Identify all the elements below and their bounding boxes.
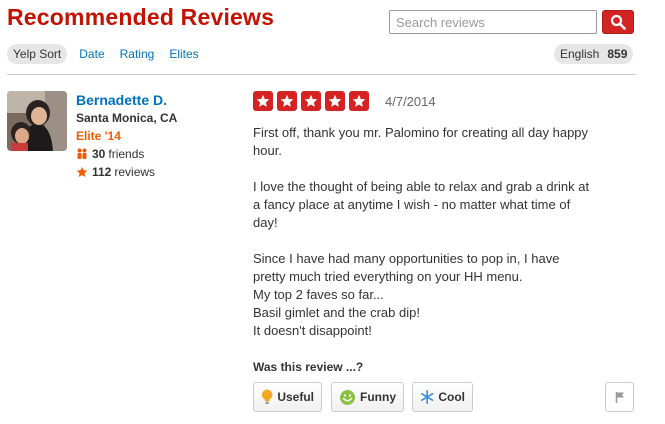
review-line: My top 2 faves so far... bbox=[253, 287, 384, 302]
review-line: hour. bbox=[253, 143, 282, 158]
language-filter[interactable]: English 859 bbox=[554, 44, 634, 64]
review-line: It doesn't disappoint! bbox=[253, 323, 372, 338]
review-line: I love the thought of being able to rela… bbox=[253, 179, 590, 194]
star-icon bbox=[301, 91, 321, 111]
friends-count: 30 bbox=[92, 147, 106, 161]
reviews-stat: 112 reviews bbox=[76, 165, 155, 179]
search-box[interactable] bbox=[389, 10, 597, 34]
sort-yelp[interactable]: Yelp Sort bbox=[7, 44, 68, 64]
review-line: Since I have had many opportunities to p… bbox=[253, 251, 560, 266]
snowflake-icon bbox=[420, 389, 434, 405]
language-count: 859 bbox=[607, 47, 628, 61]
page-title: Recommended Reviews bbox=[7, 4, 275, 30]
review-line: day! bbox=[253, 215, 278, 230]
funny-label: Funny bbox=[360, 390, 396, 404]
search-input[interactable] bbox=[396, 15, 592, 30]
star-icon bbox=[277, 91, 297, 111]
smiley-icon bbox=[340, 389, 355, 405]
star-rating bbox=[253, 91, 373, 111]
flag-icon bbox=[615, 392, 624, 403]
star-icon bbox=[349, 91, 369, 111]
review-paragraph: Since I have had many opportunities to p… bbox=[253, 250, 625, 340]
cool-label: Cool bbox=[438, 390, 465, 404]
divider bbox=[7, 74, 636, 75]
sort-date[interactable]: Date bbox=[79, 44, 104, 64]
search-icon bbox=[610, 14, 626, 30]
sort-bar: Yelp Sort Date Rating Elites bbox=[7, 44, 214, 64]
review-line: First off, thank you mr. Palomino for cr… bbox=[253, 125, 589, 140]
review-paragraph: I love the thought of being able to rela… bbox=[253, 178, 625, 232]
sort-elites[interactable]: Elites bbox=[169, 44, 198, 64]
avatar[interactable] bbox=[7, 91, 67, 151]
star-icon bbox=[325, 91, 345, 111]
cool-button[interactable]: Cool bbox=[412, 382, 473, 412]
reviews-count: 112 bbox=[92, 165, 112, 179]
useful-button[interactable]: Useful bbox=[253, 382, 322, 412]
feedback-prompt: Was this review ...? bbox=[253, 360, 364, 374]
sort-rating[interactable]: Rating bbox=[120, 44, 155, 64]
friends-label: friends bbox=[108, 147, 145, 161]
user-name[interactable]: Bernadette D. bbox=[76, 92, 167, 108]
elite-badge[interactable]: Elite '14 bbox=[76, 129, 121, 143]
useful-label: Useful bbox=[277, 390, 314, 404]
lightbulb-icon bbox=[261, 389, 273, 405]
user-location: Santa Monica, CA bbox=[76, 111, 178, 125]
star-icon bbox=[253, 91, 273, 111]
language-label: English bbox=[560, 47, 600, 61]
review-line: pretty much tried everything on your HH … bbox=[253, 269, 523, 284]
review-text: First off, thank you mr. Palomino for cr… bbox=[253, 124, 625, 358]
review-star-icon bbox=[76, 166, 88, 178]
friends-stat: 30 friends bbox=[76, 147, 144, 161]
review-paragraph: First off, thank you mr. Palomino for cr… bbox=[253, 124, 625, 160]
funny-button[interactable]: Funny bbox=[331, 382, 404, 412]
flag-button[interactable] bbox=[605, 382, 634, 412]
search-button[interactable] bbox=[602, 10, 634, 34]
review-line: a fancy place at anytime I wish - no mat… bbox=[253, 197, 571, 212]
reviews-label: reviews bbox=[114, 165, 156, 179]
review-line: Basil gimlet and the crab dip! bbox=[253, 305, 420, 320]
friends-icon bbox=[77, 148, 87, 159]
review-date: 4/7/2014 bbox=[385, 94, 436, 109]
